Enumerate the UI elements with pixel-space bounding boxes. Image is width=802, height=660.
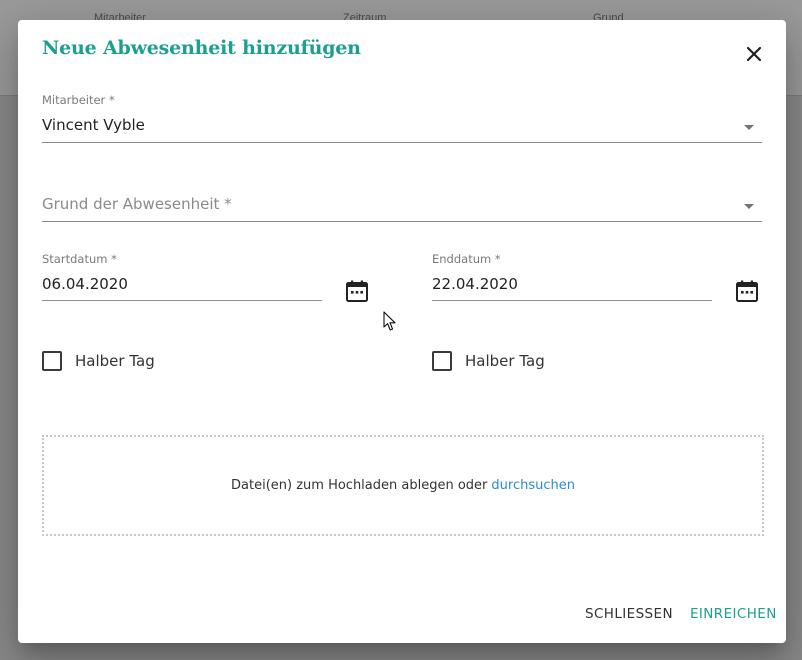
employee-value: Vincent Vyble <box>42 116 145 134</box>
start-date-field[interactable]: Startdatum * 06.04.2020 <box>42 252 322 302</box>
reason-select[interactable]: Grund der Abwesenheit * <box>42 190 762 222</box>
reason-placeholder: Grund der Abwesenheit * <box>42 195 232 213</box>
half-day-start-checkbox[interactable]: Halber Tag <box>42 351 155 371</box>
chevron-down-icon <box>744 125 754 130</box>
half-day-start-label: Halber Tag <box>75 352 155 370</box>
reason-underline <box>42 221 762 222</box>
dialog-title: Neue Abwesenheit hinzufügen <box>42 37 361 59</box>
employee-underline <box>42 142 762 143</box>
checkbox-box[interactable] <box>42 351 62 371</box>
dropzone-text: Datei(en) zum Hochladen ablegen oder <box>231 478 488 493</box>
start-date-underline <box>42 300 322 301</box>
checkbox-box[interactable] <box>432 351 452 371</box>
file-dropzone[interactable]: Datei(en) zum Hochladen ablegen oder dur… <box>42 435 764 536</box>
start-date-value: 06.04.2020 <box>42 275 128 293</box>
start-date-label: Startdatum * <box>42 252 117 266</box>
add-absence-dialog: Neue Abwesenheit hinzufügen Mitarbeiter … <box>18 20 786 643</box>
calendar-icon[interactable] <box>735 279 759 303</box>
chevron-down-icon <box>744 204 754 209</box>
employee-label: Mitarbeiter * <box>42 93 115 107</box>
employee-select[interactable]: Mitarbeiter * Vincent Vyble <box>42 93 762 143</box>
submit-button[interactable]: EINREICHEN <box>690 606 777 622</box>
close-icon <box>746 46 762 62</box>
mouse-cursor-icon <box>383 311 396 331</box>
end-date-label: Enddatum * <box>432 252 501 266</box>
half-day-end-label: Halber Tag <box>465 352 545 370</box>
end-date-underline <box>432 300 712 301</box>
half-day-end-checkbox[interactable]: Halber Tag <box>432 351 545 371</box>
close-dialog-button[interactable]: SCHLIESSEN <box>585 606 673 622</box>
close-button[interactable] <box>740 40 768 68</box>
end-date-field[interactable]: Enddatum * 22.04.2020 <box>432 252 712 302</box>
browse-link[interactable]: durchsuchen <box>491 478 575 493</box>
end-date-value: 22.04.2020 <box>432 275 518 293</box>
calendar-icon[interactable] <box>345 279 369 303</box>
